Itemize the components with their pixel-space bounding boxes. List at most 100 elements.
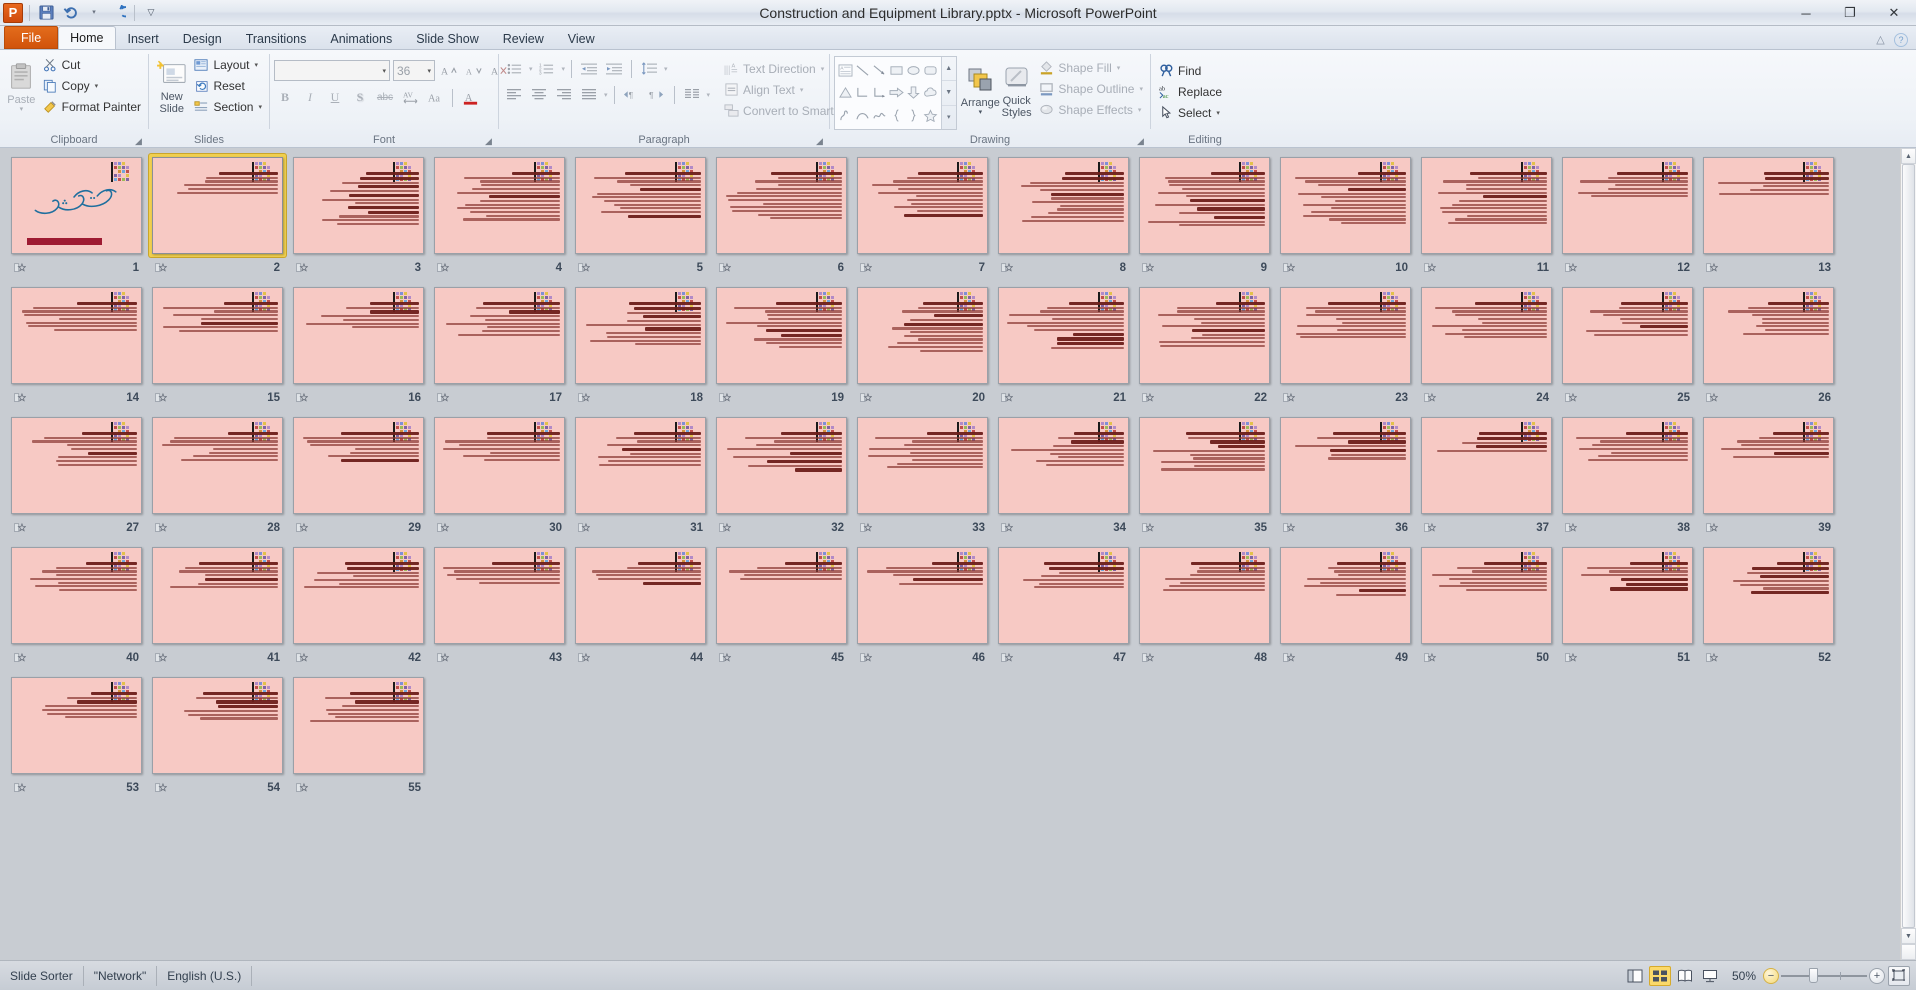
textbox-shape[interactable]: A [837, 59, 854, 82]
transition-star-icon[interactable] [1142, 522, 1155, 534]
slide-thumbnail[interactable] [995, 414, 1132, 517]
transition-star-icon[interactable] [860, 392, 873, 404]
slide-thumbnail-cell[interactable]: 35 [1134, 414, 1275, 544]
slide-thumbnail-cell[interactable]: 27 [6, 414, 147, 544]
slide-thumbnail[interactable] [431, 284, 568, 387]
transition-star-icon[interactable] [578, 522, 591, 534]
tab-design[interactable]: Design [171, 27, 234, 49]
slide-preview[interactable] [1703, 417, 1834, 514]
slide-grid[interactable]: 1 2 3 4 5 6 7 8 9 10 11 12 13 14 15 16 17 18 19 20 21 22 23 24 2… [0, 148, 1900, 960]
layout-button[interactable]: Layout ▾ [190, 54, 265, 75]
slide-preview[interactable] [11, 287, 142, 384]
slide-thumbnail[interactable] [1277, 544, 1414, 647]
align-center-button[interactable] [528, 84, 550, 105]
slide-thumbnail-cell[interactable]: 21 [993, 284, 1134, 414]
customize-quick-access-button[interactable]: ▽ [140, 2, 162, 24]
slide-thumbnail-cell[interactable]: 41 [147, 544, 288, 674]
transition-star-icon[interactable] [296, 522, 309, 534]
numbering-button[interactable]: 123 [536, 58, 558, 79]
slide-thumbnail-cell[interactable]: 8 [993, 154, 1134, 284]
undo-dropdown-button[interactable]: ▾ [83, 2, 105, 24]
slide-thumbnail[interactable] [290, 674, 427, 777]
slide-preview[interactable] [857, 417, 988, 514]
find-button[interactable]: Find [1155, 60, 1225, 81]
slide-thumbnail[interactable] [290, 284, 427, 387]
tab-slide-show[interactable]: Slide Show [404, 27, 491, 49]
slide-thumbnail[interactable] [1277, 284, 1414, 387]
chevron-down-icon[interactable]: ▾ [664, 65, 668, 73]
chevron-down-icon[interactable]: ▾ [562, 65, 566, 73]
slide-thumbnail[interactable] [149, 674, 286, 777]
slide-preview[interactable] [152, 677, 283, 774]
chevron-down-icon[interactable]: ▾ [604, 91, 608, 99]
slide-thumbnail-cell[interactable]: 22 [1134, 284, 1275, 414]
tab-file[interactable]: File [4, 26, 59, 49]
transition-star-icon[interactable] [155, 652, 168, 664]
slide-thumbnail[interactable] [854, 544, 991, 647]
strikethrough-button[interactable]: abc [374, 87, 396, 108]
tab-animations[interactable]: Animations [318, 27, 404, 49]
star-shape[interactable] [922, 104, 939, 127]
slide-thumbnail-cell[interactable]: 45 [711, 544, 852, 674]
transition-star-icon[interactable] [1001, 392, 1014, 404]
tab-insert[interactable]: Insert [116, 27, 171, 49]
transition-star-icon[interactable] [437, 652, 450, 664]
transition-star-icon[interactable] [296, 392, 309, 404]
font-dialog-launcher-icon[interactable]: ◢ [483, 136, 494, 147]
slide-preview[interactable] [1139, 157, 1270, 254]
slide-show-button[interactable] [1699, 966, 1721, 986]
scroll-down-button[interactable]: ▼ [1901, 928, 1916, 944]
slide-thumbnail[interactable] [149, 544, 286, 647]
status-theme-name[interactable]: "Network" [84, 965, 158, 986]
slide-thumbnail[interactable] [290, 414, 427, 517]
slide-preview[interactable] [152, 547, 283, 644]
slide-preview[interactable] [11, 547, 142, 644]
transition-star-icon[interactable] [155, 392, 168, 404]
slide-thumbnail[interactable] [995, 544, 1132, 647]
save-button[interactable] [35, 2, 57, 24]
powerpoint-logo-button[interactable]: P [2, 2, 24, 24]
quick-styles-button[interactable]: Quick Styles [1000, 56, 1034, 130]
slide-preview[interactable] [998, 417, 1129, 514]
transition-star-icon[interactable] [1565, 262, 1578, 274]
slide-preview[interactable] [998, 287, 1129, 384]
slide-thumbnail[interactable] [431, 544, 568, 647]
slide-thumbnail-cell[interactable]: 7 [852, 154, 993, 284]
shape-fill-button[interactable]: Shape Fill ▾ [1035, 57, 1146, 78]
clipboard-dialog-launcher-icon[interactable]: ◢ [133, 136, 144, 147]
slide-thumbnail-cell[interactable]: 49 [1275, 544, 1416, 674]
slide-preview[interactable] [857, 157, 988, 254]
change-case-button[interactable]: Aa [424, 87, 446, 108]
transition-star-icon[interactable] [14, 782, 27, 794]
slide-thumbnail-cell[interactable]: 38 [1557, 414, 1698, 544]
slide-thumbnail[interactable] [1418, 154, 1555, 257]
slide-thumbnail-cell[interactable]: 52 [1698, 544, 1839, 674]
slide-preview[interactable] [1562, 287, 1693, 384]
transition-star-icon[interactable] [1706, 652, 1719, 664]
slide-thumbnail[interactable] [149, 414, 286, 517]
align-right-button[interactable] [553, 84, 575, 105]
slide-thumbnail[interactable] [713, 414, 850, 517]
fit-to-window-button[interactable] [1888, 965, 1910, 986]
scrollbar-track[interactable] [1901, 164, 1916, 928]
slide-preview[interactable] [1421, 287, 1552, 384]
transition-star-icon[interactable] [437, 392, 450, 404]
format-painter-button[interactable]: Format Painter [39, 96, 144, 117]
slide-thumbnail-cell[interactable]: 1 [6, 154, 147, 284]
copy-button[interactable]: Copy ▾ [39, 75, 144, 96]
slide-thumbnail[interactable] [1418, 284, 1555, 387]
left-brace-shape[interactable] [888, 104, 905, 127]
paragraph-dialog-launcher-icon[interactable]: ◢ [814, 136, 825, 147]
slide-preview[interactable] [575, 287, 706, 384]
slide-thumbnail[interactable] [1559, 414, 1696, 517]
transition-star-icon[interactable] [1142, 392, 1155, 404]
slide-thumbnail-cell[interactable]: 13 [1698, 154, 1839, 284]
slide-thumbnail-cell[interactable]: 48 [1134, 544, 1275, 674]
slide-thumbnail-cell[interactable]: 25 [1557, 284, 1698, 414]
slide-preview[interactable] [293, 547, 424, 644]
arrange-button[interactable]: Arrange ▾ [961, 56, 1000, 130]
slide-thumbnail[interactable] [1700, 414, 1837, 517]
slide-thumbnail-cell[interactable]: 34 [993, 414, 1134, 544]
slide-thumbnail[interactable] [1277, 154, 1414, 257]
shapes-more-icon[interactable]: ▾ [942, 106, 956, 129]
